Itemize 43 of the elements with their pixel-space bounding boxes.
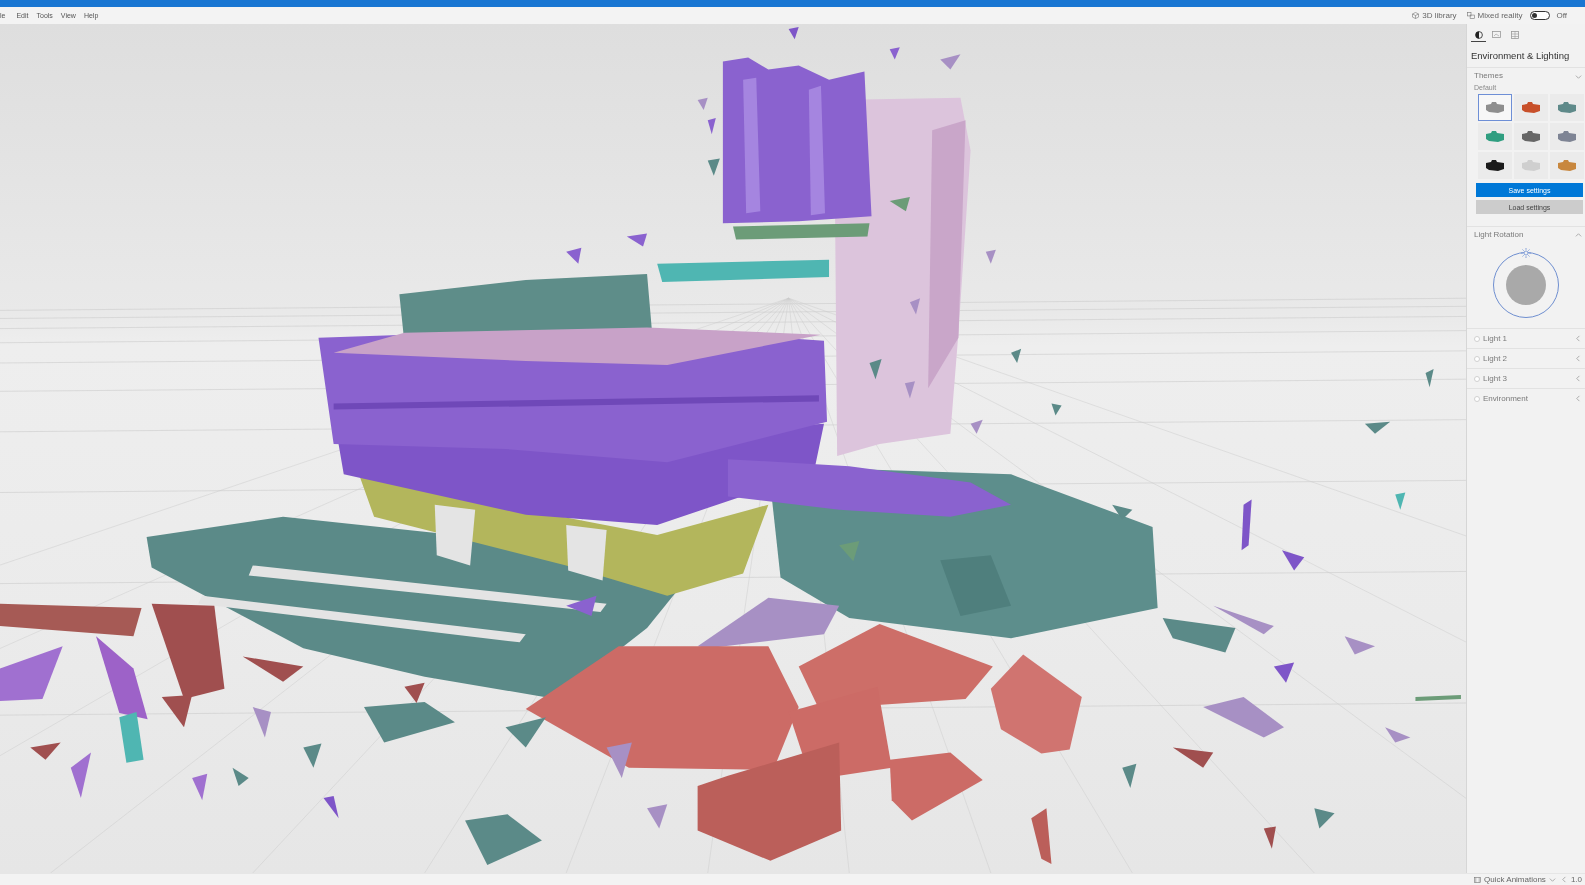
chevron-down-icon	[1548, 876, 1556, 883]
theme-thumbnail[interactable]	[1550, 94, 1584, 121]
contrast-icon	[1474, 30, 1483, 39]
section-heading: Themes	[1474, 71, 1503, 81]
frame-icon	[1492, 31, 1501, 38]
theme-thumbnail[interactable]	[1514, 123, 1548, 150]
dot-icon	[1474, 335, 1480, 342]
chevron-left-icon	[1575, 375, 1582, 382]
chevron-left-icon	[1575, 335, 1582, 342]
chevron-up-icon	[1575, 231, 1582, 239]
theme-thumbnail[interactable]	[1550, 152, 1584, 179]
chevron-left-icon	[1575, 355, 1582, 362]
theme-thumbnail[interactable]	[1478, 123, 1512, 150]
cube-icon	[1412, 12, 1420, 19]
light-list-item[interactable]: Light 2	[1467, 348, 1585, 368]
theme-thumbnail[interactable]	[1478, 94, 1512, 121]
dot-icon	[1474, 375, 1480, 382]
dot-icon	[1474, 395, 1480, 402]
speed-value: 1.0	[1570, 874, 1582, 885]
mixed-reality-button[interactable]: Mixed reality	[1464, 10, 1525, 21]
chevron-left-icon	[1575, 395, 1582, 402]
chevron-down-icon	[1575, 72, 1582, 80]
mixed-reality-toggle[interactable]	[1530, 11, 1551, 20]
chevron-left-icon	[1560, 876, 1568, 883]
section-heading: Light Rotation	[1474, 230, 1524, 240]
theme-thumbnail[interactable]	[1550, 123, 1584, 150]
theme-thumbnail[interactable]	[1514, 152, 1548, 179]
dot-icon	[1474, 355, 1480, 362]
panel-tab[interactable]	[1471, 28, 1486, 42]
3d-library-button[interactable]: 3D library	[1410, 10, 1459, 21]
theme-thumbnail[interactable]	[1514, 94, 1548, 121]
panel-title: Environment & Lighting	[1470, 50, 1571, 62]
preview-sphere	[1506, 265, 1546, 305]
cubes-icon	[1466, 12, 1475, 19]
theme-thumbnail[interactable]	[1478, 152, 1512, 179]
toggle-state-label: Off	[1556, 10, 1567, 21]
grid-icon	[1510, 30, 1519, 39]
quick-animations-button[interactable]: Quick Animations	[1472, 874, 1558, 885]
film-icon	[1474, 876, 1482, 883]
sun-icon[interactable]	[1521, 248, 1531, 258]
light-list-item[interactable]: Light 3	[1467, 368, 1585, 388]
light-list-item[interactable]: Light 1	[1467, 328, 1585, 348]
light-list-item[interactable]: Environment	[1467, 388, 1585, 408]
